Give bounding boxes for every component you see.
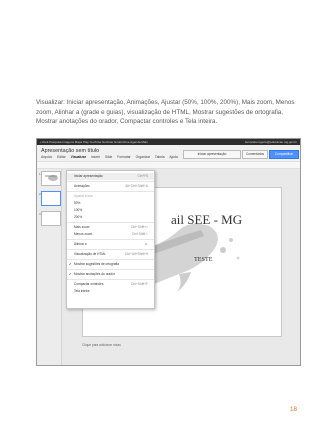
menu-item-spelling-suggestions[interactable]: ✔ Mostrar sugestões de ortografia	[67, 261, 154, 268]
menu-item-speaker-notes[interactable]: ✔ Mostrar anotações do orador	[67, 271, 154, 278]
menu-item-label: Iniciar apresentação	[74, 174, 103, 178]
share-button[interactable]: Compartilhar	[269, 150, 299, 159]
slide-subtitle: TESTE	[194, 256, 213, 263]
splash-thumbnail-icon	[45, 175, 58, 181]
start-presentation-button[interactable]: Iniciar apresentação	[183, 150, 241, 159]
menu-separator	[67, 279, 154, 280]
menu-item-label: 200%	[74, 215, 83, 219]
menu-item-zoom-in[interactable]: Mais zoom Ctrl+Shift+=	[67, 224, 154, 231]
menu-item-animations[interactable]: Animações Alt+Ctrl+Shift+A	[67, 183, 154, 190]
menu-item-label: Menos zoom	[74, 232, 93, 236]
menu-organizar[interactable]: Organizar	[136, 155, 150, 159]
menu-slide[interactable]: Slide	[105, 155, 112, 159]
menu-tabela[interactable]: Tabela	[155, 155, 165, 159]
menu-item-label: Mostrar anotações do orador	[74, 272, 115, 276]
checkmark-icon: ✔	[69, 262, 72, 266]
menu-item-zoom-out[interactable]: Menos zoom Ctrl+Shift+-	[67, 231, 154, 238]
menu-item-label: 100%	[74, 208, 83, 212]
menu-arquivo[interactable]: Arquivo	[41, 155, 52, 159]
menu-item-label: Compactar controles	[74, 282, 104, 286]
slide-thumbnail-selected[interactable]	[41, 191, 61, 206]
menu-formatar[interactable]: Formatar	[117, 155, 130, 159]
speaker-notes-placeholder[interactable]: Clique para adicionar notas	[82, 343, 121, 347]
slide-thumbnail[interactable]	[41, 171, 61, 186]
menu-visualizar[interactable]: Visualizar	[71, 155, 86, 159]
menu-item-zoom-200[interactable]: 200%	[67, 214, 154, 221]
account-email[interactable]: fernanda.rogerio@educacao.mg.gov.br	[245, 139, 297, 145]
checkmark-icon: ✔	[69, 272, 72, 276]
menu-item-label: Mostrar sugestões de ortografia	[74, 262, 120, 266]
comments-button[interactable]: Comentários	[242, 150, 268, 159]
menu-item-shortcut: Ctrl+Shift+F	[130, 282, 148, 286]
slide-thumbnail[interactable]	[41, 211, 61, 226]
menu-separator	[67, 239, 154, 240]
menu-separator	[67, 259, 154, 260]
menu-item-align-to[interactable]: Alinhar a ►	[67, 241, 154, 248]
menu-separator	[67, 181, 154, 182]
menu-item-full-screen[interactable]: Tela inteira	[67, 288, 154, 295]
menu-item-label: Ajustar à tela	[74, 194, 93, 198]
menu-item-label: Tela inteira	[74, 289, 90, 293]
menu-item-shortcut: Ctrl+Alt+Shift+H	[125, 252, 148, 256]
menu-item-shortcut: Ctrl+Shift+=	[131, 225, 148, 229]
menu-item-fit[interactable]: Ajustar à tela	[67, 193, 154, 200]
menu-item-label: Animações	[74, 184, 90, 188]
menu-item-shortcut: Ctrl+F5	[137, 174, 148, 178]
slide-title: ail SEE - MG	[171, 212, 243, 227]
menu-ajuda[interactable]: Ajuda	[169, 155, 177, 159]
menu-item-label: Visualização de HTML	[74, 252, 106, 256]
menu-item-shortcut: Ctrl+Shift+-	[131, 232, 148, 236]
description-paragraph: Visualizar: Iniciar apresentação, Animaç…	[36, 99, 295, 126]
google-bar: +Você Pesquisa Imagens Maps Play YouTube…	[37, 139, 300, 145]
menu-item-start-presentation[interactable]: Iniciar apresentação Ctrl+F5	[67, 173, 154, 180]
menu-editar[interactable]: Editar	[57, 155, 66, 159]
menu-item-label: Alinhar a	[74, 242, 87, 246]
menu-separator	[67, 269, 154, 270]
menu-item-shortcut: Alt+Ctrl+Shift+A	[125, 184, 148, 188]
toolbar	[37, 161, 300, 169]
menu-item-label: 50%	[74, 201, 81, 205]
menu-item-zoom-50[interactable]: 50%	[67, 200, 154, 207]
menu-separator	[67, 249, 154, 250]
google-bar-links[interactable]: +Você Pesquisa Imagens Maps Play YouTube…	[40, 139, 148, 145]
menu-separator	[67, 191, 154, 192]
menu-item-label: Mais zoom	[74, 225, 90, 229]
menu-inserir[interactable]: Inserir	[91, 155, 100, 159]
page-number: 18	[290, 406, 297, 413]
menu-item-html-view[interactable]: Visualização de HTML Ctrl+Alt+Shift+H	[67, 251, 154, 258]
menu-separator	[67, 222, 154, 223]
document-title[interactable]: Apresentação sem título	[41, 148, 99, 154]
slide-filmstrip: 1 2 3	[37, 169, 62, 365]
submenu-arrow-icon: ►	[144, 242, 148, 246]
google-slides-screenshot: +Você Pesquisa Imagens Maps Play YouTube…	[36, 138, 301, 366]
menu-item-zoom-100[interactable]: 100%	[67, 207, 154, 214]
view-menu-dropdown: Iniciar apresentação Ctrl+F5 Animações A…	[66, 170, 155, 309]
menu-item-compact-controls[interactable]: Compactar controles Ctrl+Shift+F	[67, 281, 154, 288]
